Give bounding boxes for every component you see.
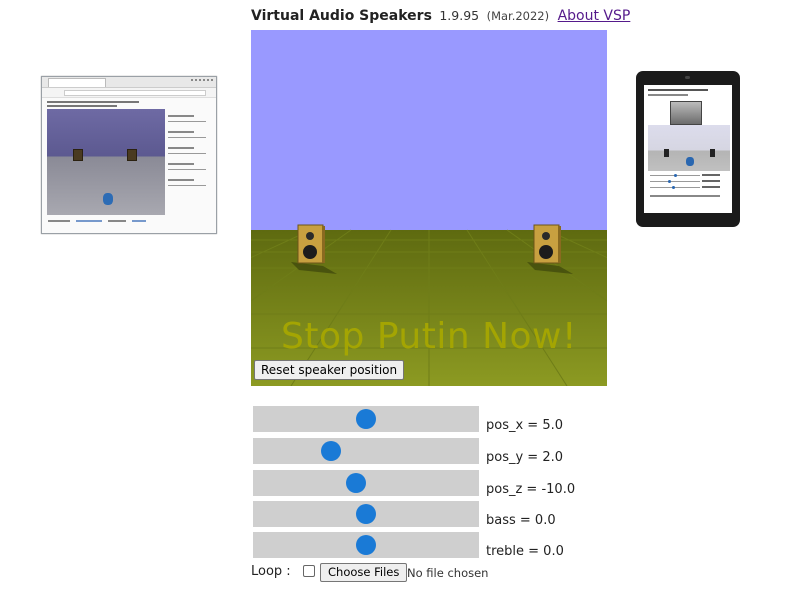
slider-pos-x: pos_x = 5.0 bbox=[253, 406, 613, 434]
pos-z-slider-track[interactable] bbox=[253, 470, 479, 496]
tablet-photo bbox=[670, 101, 702, 125]
tablet-file-row bbox=[650, 195, 720, 197]
tablet-screenshot-thumbnail bbox=[636, 71, 740, 227]
thumbnail-speaker-right bbox=[127, 149, 137, 161]
thumbnail-slider-label bbox=[168, 163, 194, 165]
thumbnail-slider-label bbox=[168, 179, 194, 181]
tablet-slider bbox=[650, 181, 700, 182]
loop-label: Loop : bbox=[251, 564, 291, 579]
thumbnail-3d-scene bbox=[47, 109, 165, 215]
choose-files-button[interactable]: Choose Files bbox=[320, 563, 408, 582]
thumbnail-slider bbox=[168, 137, 206, 138]
thumbnail-browser-tabbar bbox=[42, 77, 216, 88]
sky bbox=[251, 30, 607, 230]
tablet-3d-scene bbox=[648, 125, 730, 171]
thumbnail-title-text bbox=[47, 101, 139, 103]
tablet-slider-label bbox=[702, 180, 720, 182]
pos-y-slider-track[interactable] bbox=[253, 438, 479, 464]
tablet-screen bbox=[644, 85, 732, 213]
treble-slider-thumb[interactable] bbox=[356, 535, 376, 555]
thumbnail-listener-ball bbox=[103, 193, 113, 205]
bass-label: bass = 0.0 bbox=[486, 513, 556, 528]
loop-checkbox[interactable] bbox=[303, 565, 315, 577]
thumbnail-address-bar bbox=[42, 88, 216, 98]
tablet-slider-label bbox=[702, 186, 720, 188]
tablet-speaker-right bbox=[710, 149, 715, 157]
thumbnail-window-controls bbox=[191, 79, 213, 86]
thumbnail-slider-label bbox=[168, 147, 194, 149]
thumbnail-slider bbox=[168, 121, 206, 122]
thumbnail-subtitle-text bbox=[47, 105, 117, 107]
thumbnail-speaker-left bbox=[73, 149, 83, 161]
thumbnail-slider-label bbox=[168, 131, 194, 133]
tablet-slider-label bbox=[702, 174, 720, 176]
thumbnail-loop-text bbox=[48, 220, 70, 222]
tablet-title-text bbox=[648, 89, 708, 91]
thumbnail-file-button bbox=[132, 220, 146, 222]
thumbnail-slider-label bbox=[168, 115, 194, 117]
thumbnail-browser-tab bbox=[48, 78, 106, 87]
pos-y-slider-thumb[interactable] bbox=[321, 441, 341, 461]
thumbnail-slider bbox=[168, 153, 206, 154]
tablet-speaker-left bbox=[664, 149, 669, 157]
file-status: No file chosen bbox=[407, 566, 489, 580]
tablet-slider-knob bbox=[674, 174, 677, 177]
speaker-left[interactable] bbox=[297, 224, 325, 264]
slider-pos-y: pos_y = 2.0 bbox=[253, 438, 613, 466]
tablet-slider bbox=[650, 187, 700, 188]
slider-bass: bass = 0.0 bbox=[253, 501, 613, 529]
tablet-camera bbox=[685, 76, 690, 79]
about-link[interactable]: About VSP bbox=[558, 8, 631, 24]
thumbnail-file-text bbox=[108, 220, 126, 222]
desktop-screenshot-thumbnail bbox=[41, 76, 217, 234]
speaker-3d-scene[interactable]: Stop Putin Now! Reset speaker position bbox=[251, 30, 607, 386]
thumbnail-slider bbox=[168, 169, 206, 170]
thumbnail-volume-bar bbox=[76, 220, 102, 222]
pos-x-label: pos_x = 5.0 bbox=[486, 418, 564, 433]
pos-x-slider-thumb[interactable] bbox=[356, 409, 376, 429]
pos-z-label: pos_z = -10.0 bbox=[486, 482, 576, 497]
slider-pos-z: pos_z = -10.0 bbox=[253, 470, 613, 498]
release-date: (Mar.2022) bbox=[486, 9, 550, 23]
app-version: 1.9.95 bbox=[439, 8, 480, 23]
pos-z-slider-thumb[interactable] bbox=[346, 473, 366, 493]
bass-slider-thumb[interactable] bbox=[356, 504, 376, 524]
tablet-subtitle-text bbox=[648, 94, 688, 96]
slider-treble: treble = 0.0 bbox=[253, 532, 613, 560]
overlay-message: Stop Putin Now! bbox=[281, 316, 577, 357]
speaker-right[interactable] bbox=[533, 224, 561, 264]
reset-speaker-position-button[interactable]: Reset speaker position bbox=[254, 360, 405, 380]
pos-y-label: pos_y = 2.0 bbox=[486, 450, 564, 465]
thumbnail-slider bbox=[168, 185, 206, 186]
app-title: Virtual Audio Speakers bbox=[251, 8, 432, 24]
tablet-listener-ball bbox=[686, 157, 694, 166]
tablet-slider-knob bbox=[668, 180, 671, 183]
tablet-slider-knob bbox=[672, 186, 675, 189]
treble-label: treble = 0.0 bbox=[486, 544, 564, 559]
header: Virtual Audio Speakers 1.9.95 (Mar.2022)… bbox=[251, 8, 630, 28]
